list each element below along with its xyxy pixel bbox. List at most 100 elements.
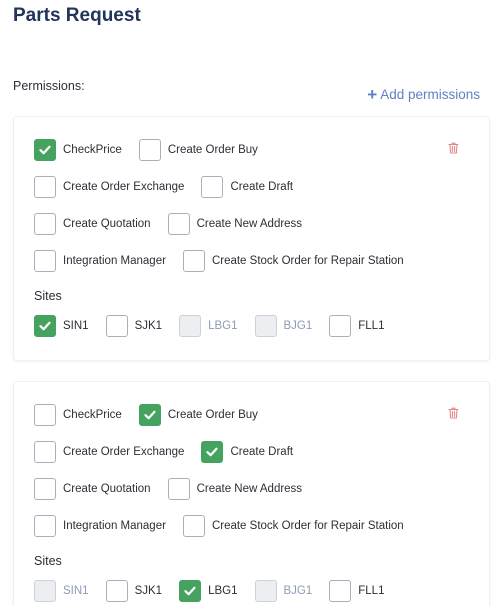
checkbox	[179, 315, 202, 337]
permission-option-create-stock-order-for-repair-station[interactable]: Create Stock Order for Repair Station	[182, 250, 404, 272]
checkbox-label: FLL1	[358, 585, 385, 597]
checkbox-label: Create Order Buy	[167, 409, 258, 421]
checkbox-label: BJG1	[283, 585, 313, 597]
site-option-lbg1[interactable]: LBG1	[179, 580, 238, 602]
trash-icon[interactable]	[448, 141, 459, 154]
checkbox-label: Create Draft	[230, 446, 294, 458]
trash-icon[interactable]	[448, 406, 459, 419]
checkbox[interactable]	[34, 404, 56, 426]
checkbox-label: Create Order Exchange	[63, 446, 185, 458]
checkbox-label: BJG1	[283, 320, 313, 332]
checkbox[interactable]	[329, 580, 352, 602]
checkbox[interactable]	[34, 176, 56, 198]
sites-label: Sites	[34, 554, 62, 568]
permission-option-create-new-address[interactable]: Create New Address	[167, 213, 303, 235]
permission-row: Integration Manager Create Stock Order fo…	[34, 515, 421, 537]
checkbox-label: Integration Manager	[63, 255, 166, 267]
site-option-fll1[interactable]: FLL1	[329, 315, 384, 337]
checkbox-label: Create Quotation	[63, 483, 151, 495]
add-permissions-label: Add permissions	[380, 87, 480, 102]
site-option-sjk1[interactable]: SJK1	[105, 580, 163, 602]
sites-label: Sites	[34, 289, 62, 303]
checkbox-label: CheckPrice	[63, 144, 122, 156]
permission-option-create-new-address[interactable]: Create New Address	[167, 478, 303, 500]
checkbox-label: SJK1	[134, 585, 163, 597]
permission-option-create-order-buy[interactable]: Create Order Buy	[138, 404, 258, 426]
permission-option-integration-manager[interactable]: Integration Manager	[34, 250, 166, 272]
permission-option-create-quotation[interactable]: Create Quotation	[34, 478, 151, 500]
site-option-fll1[interactable]: FLL1	[329, 580, 384, 602]
sites-row: SIN1 SJK1 LBG1 BJG1 FLL1	[34, 315, 401, 337]
plus-icon: +	[367, 84, 378, 104]
permission-option-checkprice[interactable]: CheckPrice	[34, 404, 122, 426]
permission-row: Create Order Exchange Create Draft	[34, 176, 310, 198]
permission-row: CheckPrice Create Order Buy	[34, 139, 275, 161]
checkbox[interactable]	[167, 213, 190, 235]
checkmark-icon	[39, 145, 51, 155]
checkbox-label: Create New Address	[196, 218, 303, 230]
checkbox[interactable]	[167, 478, 190, 500]
checkbox[interactable]	[182, 515, 205, 537]
permission-option-create-order-exchange[interactable]: Create Order Exchange	[34, 176, 184, 198]
checkbox	[254, 580, 277, 602]
permissions-label: Permissions:	[13, 79, 85, 93]
permission-row: Integration Manager Create Stock Order fo…	[34, 250, 421, 272]
permission-option-integration-manager[interactable]: Integration Manager	[34, 515, 166, 537]
site-option-sin1: SIN1	[34, 580, 89, 602]
checkbox[interactable]	[34, 441, 56, 463]
checkbox-label: CheckPrice	[63, 409, 122, 421]
checkbox[interactable]	[34, 213, 56, 235]
permission-row: Create Quotation Create New Address	[34, 478, 319, 500]
add-permissions-button[interactable]: + Add permissions	[367, 84, 480, 104]
permission-option-create-draft[interactable]: Create Draft	[201, 176, 293, 198]
checkbox[interactable]	[329, 315, 352, 337]
checkbox-label: Create Order Buy	[167, 144, 258, 156]
checkbox-label: SIN1	[63, 320, 89, 332]
checkbox-label: FLL1	[358, 320, 385, 332]
checkbox-label: LBG1	[208, 585, 238, 597]
checkbox[interactable]	[105, 580, 128, 602]
checkmark-icon	[39, 321, 51, 331]
checkbox[interactable]	[34, 515, 56, 537]
site-option-lbg1: LBG1	[179, 315, 238, 337]
site-option-sjk1[interactable]: SJK1	[105, 315, 163, 337]
checkbox-label: Create Quotation	[63, 218, 151, 230]
checkbox-label: Create Draft	[230, 181, 294, 193]
permission-card: CheckPrice Create Order Buy Create Order E…	[13, 381, 490, 606]
checkbox	[254, 315, 277, 337]
checkbox-label: LBG1	[208, 320, 238, 332]
permission-option-create-quotation[interactable]: Create Quotation	[34, 213, 151, 235]
checkmark-icon	[144, 410, 156, 420]
checkbox-label: Create Stock Order for Repair Station	[211, 520, 404, 532]
checkbox[interactable]	[179, 580, 202, 602]
checkbox[interactable]	[201, 176, 224, 198]
checkbox[interactable]	[182, 250, 205, 272]
checkbox[interactable]	[34, 139, 56, 161]
permission-option-create-order-exchange[interactable]: Create Order Exchange	[34, 441, 184, 463]
permission-row: Create Order Exchange Create Draft	[34, 441, 310, 463]
checkbox[interactable]	[105, 315, 128, 337]
checkbox-label: Create New Address	[196, 483, 303, 495]
checkbox	[34, 580, 56, 602]
checkbox-label: SJK1	[134, 320, 163, 332]
checkmark-icon	[206, 447, 219, 457]
permission-row: Create Quotation Create New Address	[34, 213, 319, 235]
checkmark-icon	[184, 586, 196, 596]
permission-option-create-stock-order-for-repair-station[interactable]: Create Stock Order for Repair Station	[182, 515, 404, 537]
checkbox[interactable]	[138, 404, 161, 426]
checkbox[interactable]	[34, 250, 56, 272]
checkbox[interactable]	[138, 139, 161, 161]
site-option-bjg1: BJG1	[254, 315, 313, 337]
checkbox-label: Create Order Exchange	[63, 181, 185, 193]
site-option-sin1[interactable]: SIN1	[34, 315, 89, 337]
permission-option-create-order-buy[interactable]: Create Order Buy	[138, 139, 258, 161]
checkbox-label: Integration Manager	[63, 520, 166, 532]
page-title: Parts Request	[13, 5, 141, 26]
checkbox[interactable]	[34, 478, 56, 500]
permission-option-checkprice[interactable]: CheckPrice	[34, 139, 122, 161]
permission-option-create-draft[interactable]: Create Draft	[201, 441, 293, 463]
checkbox-label: SIN1	[63, 585, 89, 597]
checkbox[interactable]	[34, 315, 56, 337]
site-option-bjg1: BJG1	[254, 580, 313, 602]
checkbox[interactable]	[201, 441, 224, 463]
